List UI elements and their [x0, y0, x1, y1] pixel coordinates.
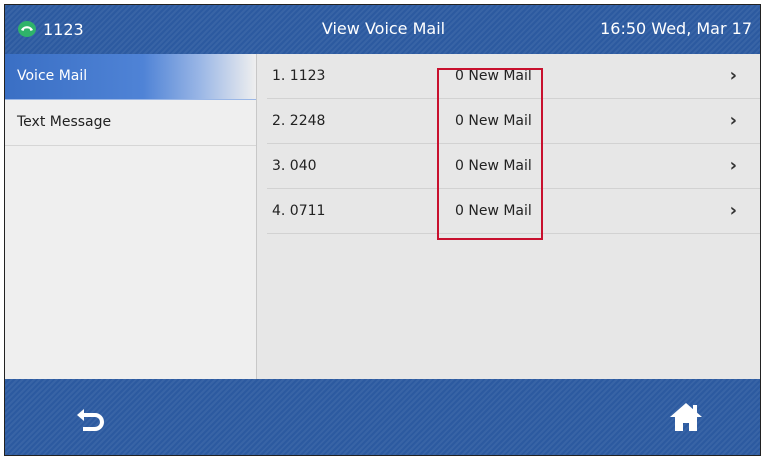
- sidebar-item-label: Voice Mail: [17, 68, 88, 84]
- voicemail-number: 4. 0711: [272, 203, 326, 219]
- softkey-bar: [5, 379, 760, 455]
- sidebar-item-label: Text Message: [17, 114, 112, 130]
- home-button[interactable]: [662, 395, 710, 439]
- list-item[interactable]: 3. 040 0 New Mail ›: [267, 144, 760, 189]
- chevron-right-icon: ›: [729, 65, 737, 86]
- list-item[interactable]: 2. 2248 0 New Mail ›: [267, 99, 760, 144]
- chevron-right-icon: ›: [729, 155, 737, 176]
- sidebar-item-text-message[interactable]: Text Message: [5, 100, 256, 146]
- voicemail-number: 1. 1123: [272, 68, 326, 84]
- new-mail-count: 0 New Mail: [455, 113, 532, 129]
- date-time: 16:50 Wed, Mar 17: [600, 19, 752, 38]
- home-icon: [670, 403, 702, 431]
- back-arrow-icon: [77, 409, 104, 431]
- new-mail-count: 0 New Mail: [455, 158, 532, 174]
- voicemail-number: 2. 2248: [272, 113, 326, 129]
- back-button[interactable]: [67, 395, 115, 439]
- sidebar: Voice Mail Text Message: [5, 54, 257, 379]
- phone-screen: 1123 View Voice Mail 16:50 Wed, Mar 17 V…: [4, 4, 761, 456]
- chevron-right-icon: ›: [729, 200, 737, 221]
- status-bar: 1123 View Voice Mail 16:50 Wed, Mar 17: [5, 5, 760, 55]
- list-item[interactable]: 4. 0711 0 New Mail ›: [267, 189, 760, 234]
- new-mail-count: 0 New Mail: [455, 203, 532, 219]
- chevron-right-icon: ›: [729, 110, 737, 131]
- sidebar-item-voice-mail[interactable]: Voice Mail: [5, 54, 256, 100]
- list-item[interactable]: 1. 1123 0 New Mail ›: [267, 54, 760, 99]
- voicemail-number: 3. 040: [272, 158, 317, 174]
- new-mail-count: 0 New Mail: [455, 68, 532, 84]
- voicemail-list: 1. 1123 0 New Mail › 2. 2248 0 New Mail …: [257, 54, 760, 379]
